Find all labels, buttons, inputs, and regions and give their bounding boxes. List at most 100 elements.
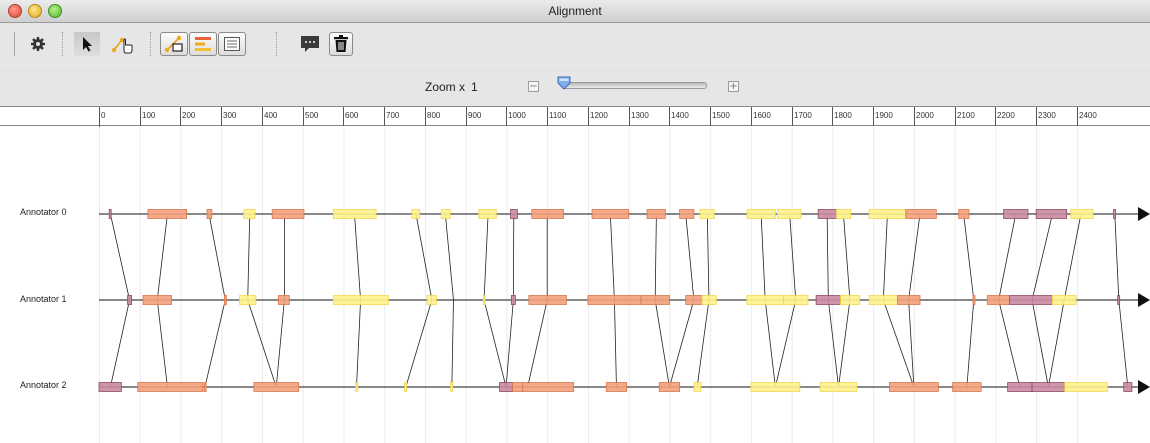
alignment-link[interactable] xyxy=(789,213,797,301)
annotation-unit[interactable] xyxy=(986,295,1011,305)
annotation-unit[interactable] xyxy=(1070,209,1094,219)
alignment-link[interactable] xyxy=(444,213,454,301)
annotation-unit[interactable] xyxy=(819,382,858,392)
alignment-link[interactable] xyxy=(204,299,226,388)
annotation-unit[interactable] xyxy=(817,209,837,219)
annotation-unit[interactable] xyxy=(693,382,702,392)
annotation-unit[interactable] xyxy=(591,209,630,219)
annotation-unit[interactable] xyxy=(836,209,852,219)
alignment-link[interactable] xyxy=(685,213,695,301)
alignment-link[interactable] xyxy=(527,299,548,388)
annotation-unit[interactable] xyxy=(243,209,256,219)
alignment-link[interactable] xyxy=(275,299,285,388)
alignment-link[interactable] xyxy=(614,299,617,388)
annotation-unit[interactable] xyxy=(1064,382,1108,392)
annotation-unit[interactable] xyxy=(531,209,564,219)
annotation-unit[interactable] xyxy=(777,209,802,219)
alignment-link[interactable] xyxy=(843,213,851,301)
alignment-link[interactable] xyxy=(706,213,710,301)
annotation-unit[interactable] xyxy=(952,382,982,392)
annotation-unit[interactable] xyxy=(958,209,970,219)
annotation-unit[interactable] xyxy=(746,295,784,305)
alignment-link[interactable] xyxy=(483,299,507,388)
alignment-link[interactable] xyxy=(1063,213,1082,301)
alignment-link[interactable] xyxy=(882,213,888,301)
annotation-unit[interactable] xyxy=(1007,382,1033,392)
annotation-unit[interactable] xyxy=(137,382,204,392)
alignment-link[interactable] xyxy=(247,213,251,301)
annotation-unit[interactable] xyxy=(512,382,524,392)
annotation-unit[interactable] xyxy=(510,295,516,305)
annotation-unit[interactable] xyxy=(499,382,513,392)
alignment-link[interactable] xyxy=(669,299,695,388)
annotation-unit[interactable] xyxy=(355,382,359,392)
alignment-link[interactable] xyxy=(609,213,615,301)
annotation-unit[interactable] xyxy=(450,382,454,392)
annotation-unit[interactable] xyxy=(868,209,907,219)
alignment-link[interactable] xyxy=(1031,299,1049,388)
alignment-link[interactable] xyxy=(998,213,1017,301)
annotation-unit[interactable] xyxy=(840,295,861,305)
annotation-unit[interactable] xyxy=(203,382,207,392)
alignment-link[interactable] xyxy=(405,299,433,388)
annotation-unit[interactable] xyxy=(528,295,567,305)
alignment-link[interactable] xyxy=(208,213,226,301)
annotation-unit[interactable] xyxy=(142,295,172,305)
annotation-unit[interactable] xyxy=(658,382,681,392)
annotation-unit[interactable] xyxy=(1035,209,1068,219)
annotation-unit[interactable] xyxy=(440,209,451,219)
alignment-link[interactable] xyxy=(110,299,130,388)
annotation-unit[interactable] xyxy=(510,209,518,219)
annotation-unit[interactable] xyxy=(685,295,703,305)
annotation-unit[interactable] xyxy=(239,295,257,305)
annotation-unit[interactable] xyxy=(478,209,497,219)
annotation-unit[interactable] xyxy=(897,295,921,305)
alignment-link[interactable] xyxy=(1118,299,1129,388)
annotation-unit[interactable] xyxy=(783,295,809,305)
annotation-unit[interactable] xyxy=(679,209,695,219)
alignment-link[interactable] xyxy=(356,299,361,388)
annotation-unit[interactable] xyxy=(1003,209,1029,219)
alignment-link[interactable] xyxy=(998,299,1021,388)
annotation-unit[interactable] xyxy=(972,295,976,305)
alignment-link[interactable] xyxy=(415,213,433,301)
annotation-unit[interactable] xyxy=(98,382,122,392)
alignment-link[interactable] xyxy=(696,299,710,388)
annotation-unit[interactable] xyxy=(605,382,628,392)
annotation-unit[interactable] xyxy=(224,295,227,305)
annotation-unit[interactable] xyxy=(815,295,841,305)
alignment-link[interactable] xyxy=(760,213,766,301)
annotation-unit[interactable] xyxy=(206,209,213,219)
annotation-unit[interactable] xyxy=(522,382,575,392)
annotation-unit[interactable] xyxy=(277,295,290,305)
alignment-link[interactable] xyxy=(966,299,975,388)
annotation-unit[interactable] xyxy=(411,209,421,219)
alignment-link[interactable] xyxy=(838,299,851,388)
annotation-unit[interactable] xyxy=(332,295,389,305)
alignment-link[interactable] xyxy=(827,299,839,388)
alignment-link[interactable] xyxy=(451,299,454,388)
annotation-unit[interactable] xyxy=(404,382,408,392)
annotation-unit[interactable] xyxy=(482,295,486,305)
annotation-unit[interactable] xyxy=(587,295,642,305)
alignment-link[interactable] xyxy=(156,213,168,301)
annotation-unit[interactable] xyxy=(646,209,666,219)
alignment-link[interactable] xyxy=(654,213,657,301)
alignment-link[interactable] xyxy=(110,213,130,301)
annotation-unit[interactable] xyxy=(127,295,132,305)
annotation-unit[interactable] xyxy=(1113,209,1116,219)
annotation-unit[interactable] xyxy=(332,209,377,219)
alignment-link[interactable] xyxy=(1031,213,1053,301)
annotation-unit[interactable] xyxy=(868,295,899,305)
alignment-link[interactable] xyxy=(826,213,829,301)
annotation-unit[interactable] xyxy=(699,209,715,219)
annotation-unit[interactable] xyxy=(426,295,437,305)
annotation-unit[interactable] xyxy=(1031,382,1066,392)
annotation-unit[interactable] xyxy=(905,209,937,219)
alignment-link[interactable] xyxy=(1114,213,1120,301)
annotation-unit[interactable] xyxy=(746,209,776,219)
annotation-unit[interactable] xyxy=(1117,295,1121,305)
annotation-unit[interactable] xyxy=(271,209,305,219)
alignment-link[interactable] xyxy=(774,299,797,388)
alignment-link[interactable] xyxy=(1047,299,1065,388)
